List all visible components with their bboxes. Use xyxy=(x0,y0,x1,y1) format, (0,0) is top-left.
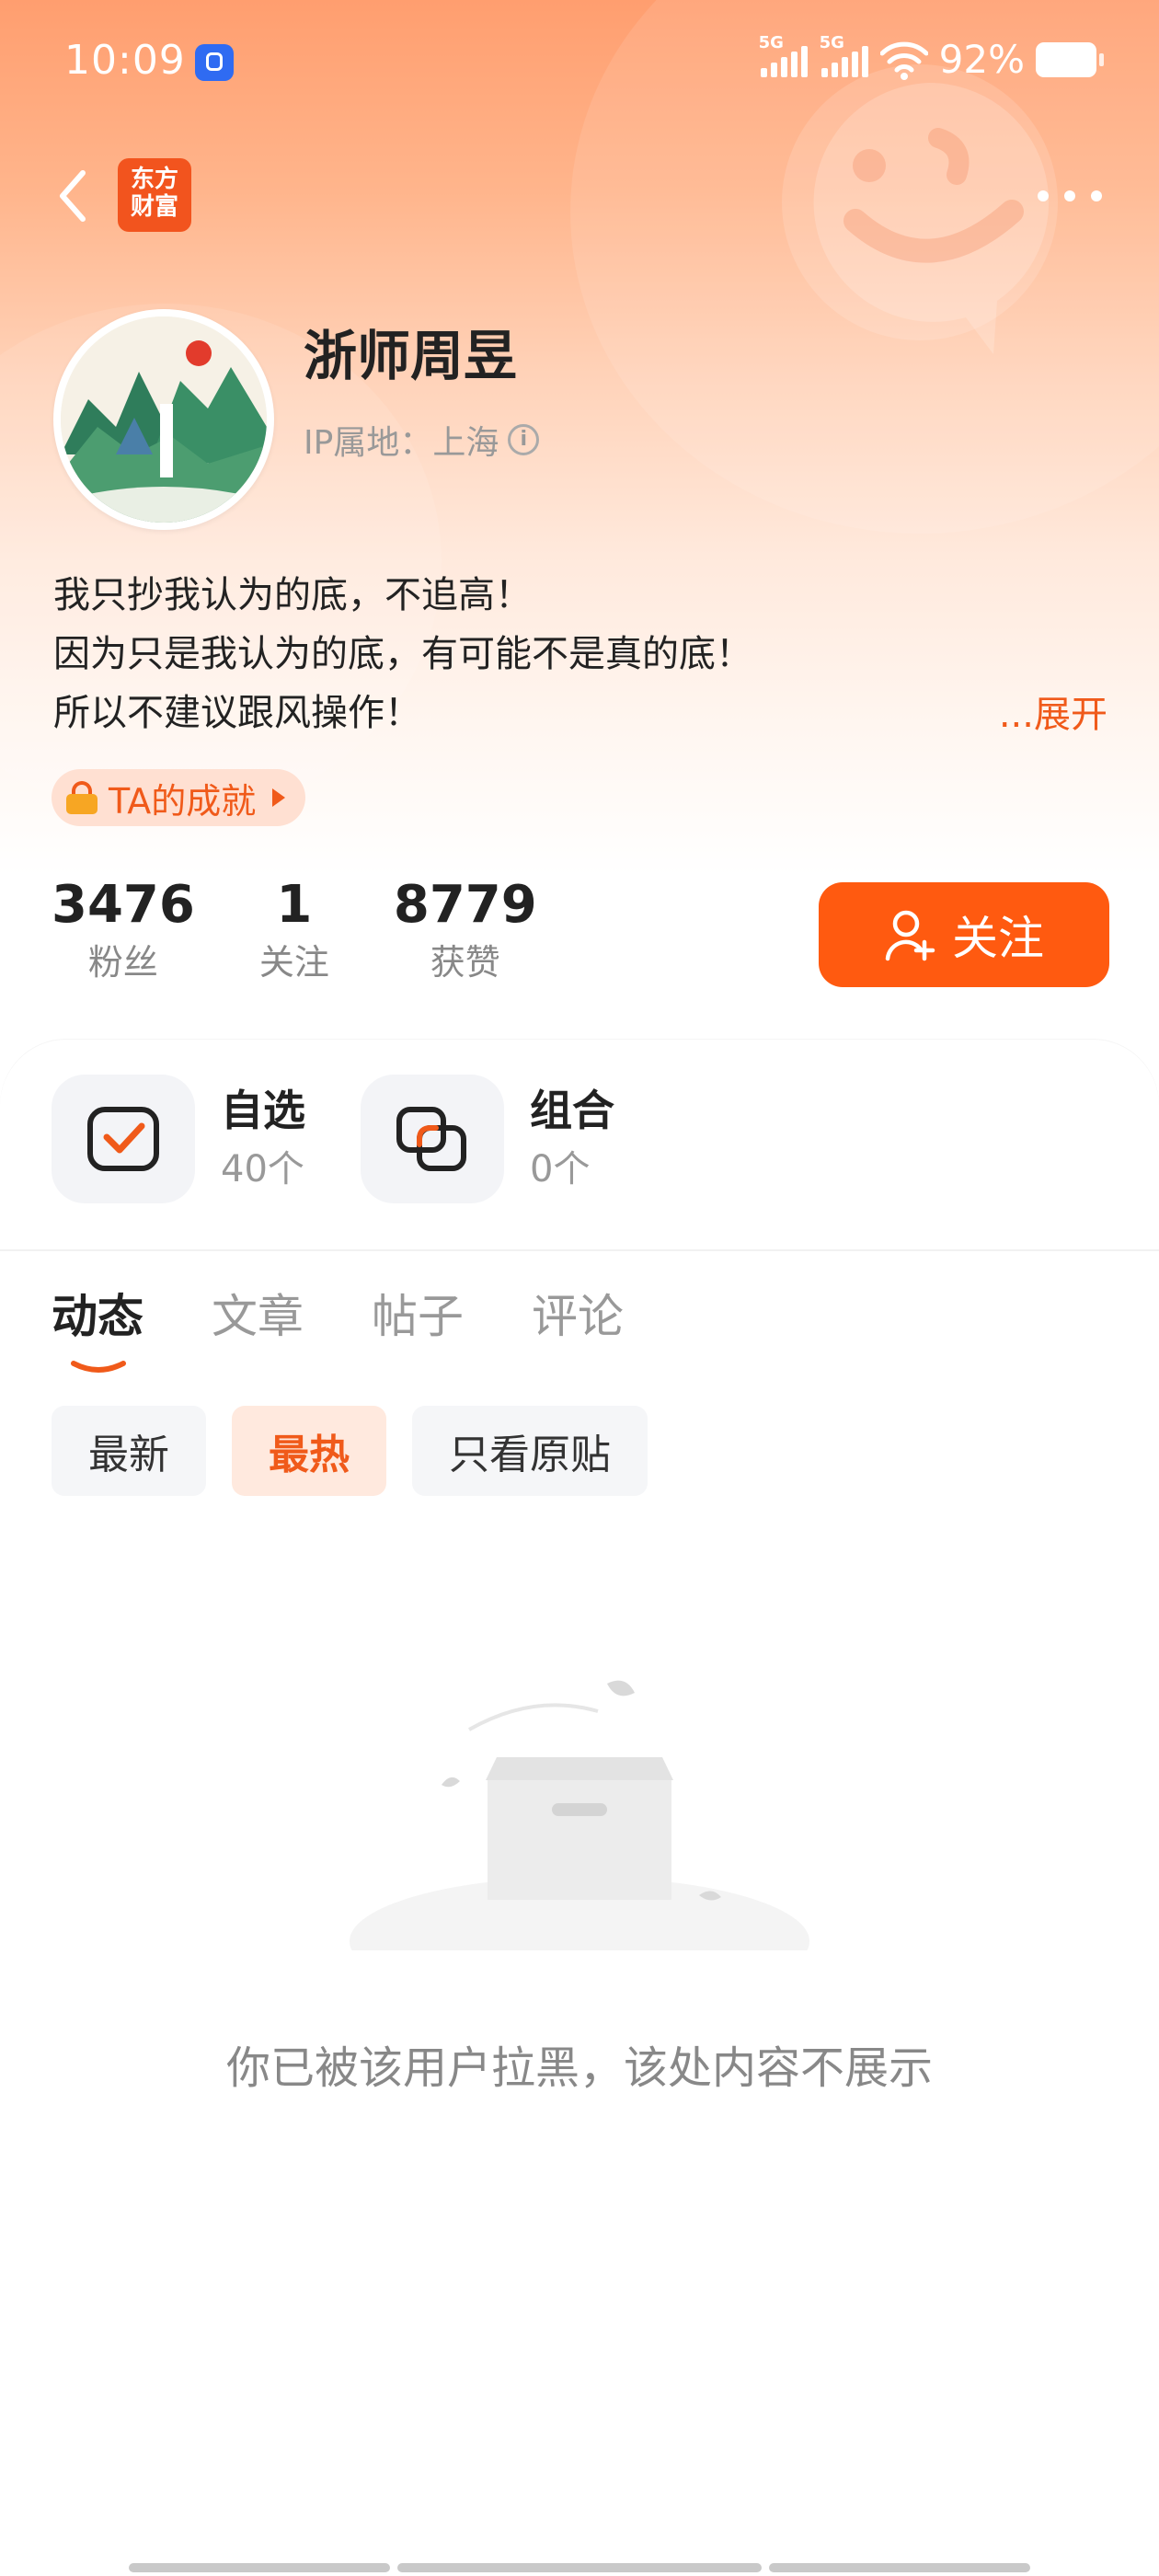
stat-value: 1 xyxy=(276,875,313,935)
cellular-signal-icon: 5G xyxy=(759,33,809,81)
cellular-signal-icon: 5G xyxy=(820,33,869,81)
filter-latest[interactable]: 最新 xyxy=(52,1406,206,1496)
bio-line: 因为只是我认为的底，有可能不是真的底！ xyxy=(53,633,752,675)
content-tabs: 动态 文章 帖子 评论 xyxy=(52,1286,624,1373)
bio: 我只抄我认为的底，不追高！ 因为只是我认为的底，有可能不是真的底！ 所以不建议跟… xyxy=(53,566,1111,742)
stat-value: 8779 xyxy=(393,875,537,935)
wifi-icon xyxy=(879,41,928,80)
stat-value: 3476 xyxy=(52,875,195,935)
watchlist-entry[interactable]: 自选 40个 xyxy=(52,1075,305,1203)
filter-hottest[interactable]: 最热 xyxy=(232,1406,386,1496)
notification-app-icon xyxy=(195,44,234,81)
active-tab-indicator xyxy=(71,1361,126,1373)
gesture-bar xyxy=(769,2563,1030,2572)
tab-activity[interactable]: 动态 xyxy=(52,1286,143,1373)
network-type-label: 5G xyxy=(758,32,784,52)
filter-original-only[interactable]: 只看原贴 xyxy=(412,1406,648,1496)
battery-percentage: 92% xyxy=(938,37,1025,82)
stat-likes[interactable]: 8779 获赞 xyxy=(394,876,537,986)
tab-articles[interactable]: 文章 xyxy=(212,1286,304,1347)
back-arrow-icon[interactable] xyxy=(52,164,96,228)
status-indicators: 5G 5G 92% xyxy=(759,33,1104,82)
ip-location-text: IP属地：上海 xyxy=(304,424,499,462)
battery-icon xyxy=(1036,41,1104,77)
portfolio-icon-box xyxy=(361,1075,504,1203)
watchlist-count: 40个 xyxy=(221,1148,304,1190)
follow-button-label: 关注 xyxy=(952,912,1044,965)
more-options-icon[interactable] xyxy=(1038,184,1102,208)
empty-box-illustration xyxy=(350,1680,809,1950)
status-time: 10:09 xyxy=(64,37,186,84)
filter-chips: 最新 最热 只看原贴 xyxy=(52,1406,648,1496)
portfolio-squares-icon xyxy=(396,1107,466,1171)
ip-location: IP属地：上海 i xyxy=(304,416,540,464)
landscape-painting-avatar-icon xyxy=(61,316,267,523)
caret-right-icon xyxy=(272,788,286,807)
bio-line: 所以不建议跟风操作！ xyxy=(53,692,421,734)
achievement-badge[interactable]: TA的成就 xyxy=(52,769,306,826)
user-add-icon xyxy=(885,910,935,961)
lock-icon xyxy=(66,781,98,814)
portfolio-entry[interactable]: 组合 0个 xyxy=(361,1075,614,1203)
expand-bio-link[interactable]: ...展开 xyxy=(999,684,1107,738)
stat-following[interactable]: 1 关注 xyxy=(259,876,329,986)
username: 浙师周昱 xyxy=(304,325,518,387)
watchlist-check-icon xyxy=(87,1107,159,1171)
watchlist-icon-box xyxy=(52,1075,195,1203)
network-type-label: 5G xyxy=(819,32,844,52)
watchlist-title: 自选 xyxy=(221,1086,305,1135)
stat-label: 获赞 xyxy=(430,942,500,983)
stat-fans[interactable]: 3476 粉丝 xyxy=(52,876,195,986)
gesture-bar xyxy=(397,2563,762,2572)
profile-stats: 3476 粉丝 1 关注 8779 获赞 xyxy=(52,876,537,986)
stat-label: 关注 xyxy=(258,942,329,983)
tab-comments[interactable]: 评论 xyxy=(532,1286,624,1347)
portfolio-title: 组合 xyxy=(530,1086,614,1135)
tab-posts[interactable]: 帖子 xyxy=(372,1286,464,1347)
avatar[interactable] xyxy=(53,309,274,530)
follow-button[interactable]: 关注 xyxy=(819,882,1109,987)
stat-label: 粉丝 xyxy=(87,942,158,983)
eastmoney-logo: 东方 财富 xyxy=(118,158,191,232)
achievement-label: TA的成就 xyxy=(109,780,257,822)
gesture-bar xyxy=(129,2563,390,2572)
info-icon[interactable]: i xyxy=(508,424,540,455)
empty-state-message: 你已被该用户拉黑，该处内容不展示 xyxy=(225,2042,933,2094)
bio-line: 我只抄我认为的底，不追高！ xyxy=(53,574,532,616)
portfolio-count: 0个 xyxy=(530,1148,591,1190)
section-divider xyxy=(0,1249,1159,1251)
speech-bubble-watermark-icon xyxy=(813,82,1050,355)
